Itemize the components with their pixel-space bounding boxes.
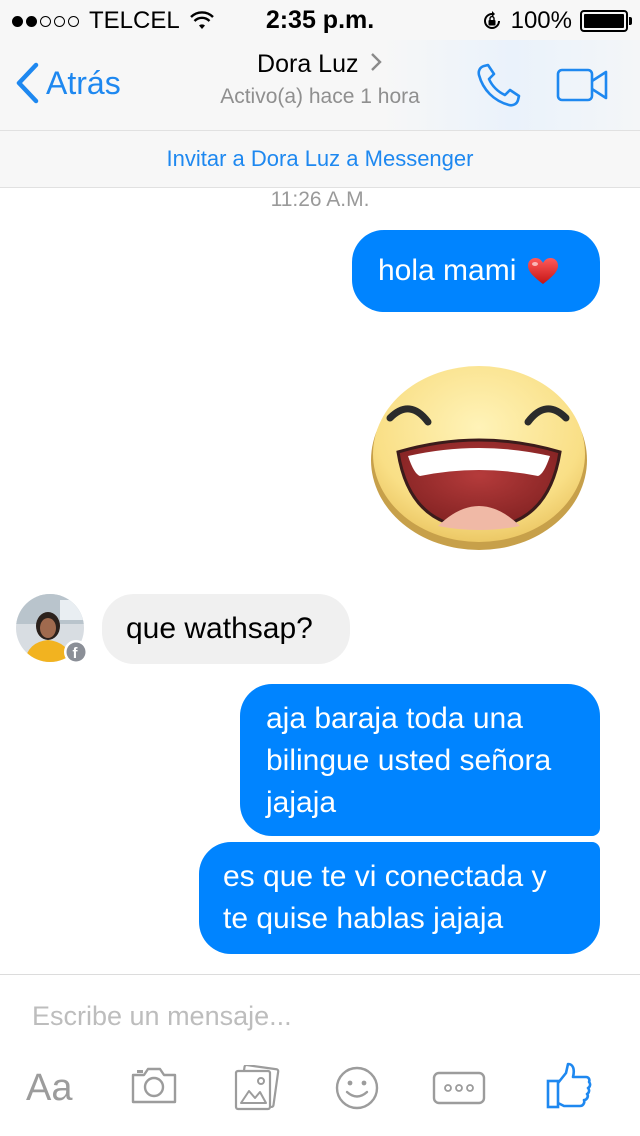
laughing-emoji-sticker[interactable]: [368, 356, 590, 552]
contact-avatar[interactable]: f: [16, 594, 88, 666]
thumbs-up-icon[interactable]: [546, 1061, 592, 1111]
battery-percentage: 100%: [510, 7, 572, 34]
rotation-lock-icon: [483, 11, 500, 29]
invite-to-messenger-link[interactable]: Invitar a Dora Luz a Messenger: [0, 130, 640, 188]
message-composer: Escribe un mensaje... Aa: [0, 974, 640, 1136]
phone-call-icon[interactable]: [474, 62, 522, 110]
conversation-title[interactable]: Dora Luz Activo(a) hace 1 hora: [0, 50, 640, 109]
chevron-right-icon: [371, 53, 382, 71]
outgoing-message[interactable]: es que te vi conectada y te quise hablas…: [199, 842, 600, 954]
outgoing-message[interactable]: hola mami: [352, 230, 600, 312]
contact-name: Dora Luz: [257, 50, 359, 78]
heart-icon: [528, 258, 559, 284]
battery-icon: [580, 10, 632, 32]
photo-gallery-icon[interactable]: [232, 1065, 280, 1111]
outgoing-message[interactable]: aja baraja toda una bilingue usted señor…: [240, 684, 600, 836]
more-options-icon[interactable]: [432, 1071, 486, 1105]
message-input[interactable]: Escribe un mensaje...: [32, 1001, 292, 1032]
nav-bar: Atrás Dora Luz Activo(a) hace 1 hora: [0, 40, 640, 130]
incoming-message[interactable]: que wathsap?: [102, 594, 350, 664]
message-timestamp: 11:26 A.M.: [270, 188, 370, 211]
camera-icon[interactable]: [130, 1065, 178, 1105]
status-bar: TELCEL 2:35 p.m. 100%: [0, 0, 640, 40]
message-text: hola mami: [378, 254, 517, 287]
text-tool-button[interactable]: Aa: [26, 1067, 72, 1110]
composer-toolbar: Aa: [0, 1062, 640, 1125]
status-right: 100%: [481, 7, 632, 35]
contact-status: Activo(a) hace 1 hora: [220, 85, 420, 108]
emoji-icon[interactable]: [334, 1065, 380, 1111]
video-call-icon[interactable]: [556, 68, 608, 102]
